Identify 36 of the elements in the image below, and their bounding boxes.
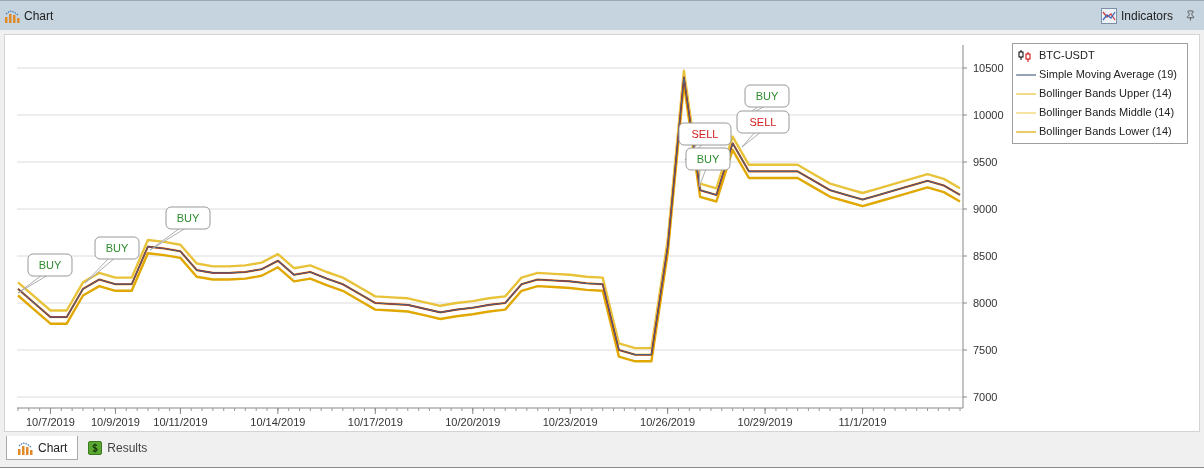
y-tick-label: 10500	[973, 62, 1004, 75]
legend-label: Bollinger Bands Lower (14)	[1039, 124, 1172, 140]
signal-callout: BUY	[17, 253, 73, 294]
x-tick-label: 10/11/2019	[153, 416, 208, 428]
y-tick-label: 9000	[973, 203, 998, 215]
signal-callout: BUY	[149, 206, 211, 251]
x-tick-label: 10/14/2019	[250, 416, 306, 428]
x-tick-label: 11/1/2019	[838, 416, 887, 428]
x-tick-label: 10/26/2019	[640, 416, 696, 428]
signal-callout: BUY	[685, 147, 731, 188]
y-tick-label: 10000	[973, 109, 1004, 121]
money-icon	[88, 441, 103, 455]
pin-icon[interactable]	[1185, 10, 1196, 21]
indicators-button[interactable]: Indicators	[1096, 5, 1177, 26]
bar-chart-icon	[4, 8, 20, 23]
x-tick-label: 10/17/2019	[347, 416, 403, 428]
legend-label: BTC-USDT	[1039, 48, 1095, 64]
y-tick-label: 9500	[973, 156, 998, 168]
x-tick-label: 10/23/2019	[542, 416, 598, 428]
panel-tab[interactable]: Results	[78, 436, 158, 460]
signal-callout: BUY	[84, 236, 140, 284]
y-tick-label: 8500	[973, 250, 998, 262]
y-tick-label: 7000	[973, 391, 998, 403]
x-tick-label: 10/20/2019	[445, 416, 501, 428]
x-tick-label: 10/29/2019	[737, 416, 793, 428]
panel-tab[interactable]: Chart	[6, 436, 79, 460]
legend-label: Bollinger Bands Middle (14)	[1039, 105, 1175, 121]
panel-title: Chart	[24, 7, 54, 25]
y-tick-label: 7500	[973, 344, 998, 356]
x-tick-label: 10/9/2019	[91, 416, 140, 428]
bar-chart-icon	[17, 440, 33, 455]
legend-label: Simple Moving Average (19)	[1039, 67, 1177, 83]
indicators-icon	[1100, 7, 1117, 24]
x-tick-label: 10/7/2019	[26, 416, 75, 428]
y-tick-label: 8000	[973, 297, 998, 309]
legend-label: Bollinger Bands Upper (14)	[1039, 86, 1172, 102]
